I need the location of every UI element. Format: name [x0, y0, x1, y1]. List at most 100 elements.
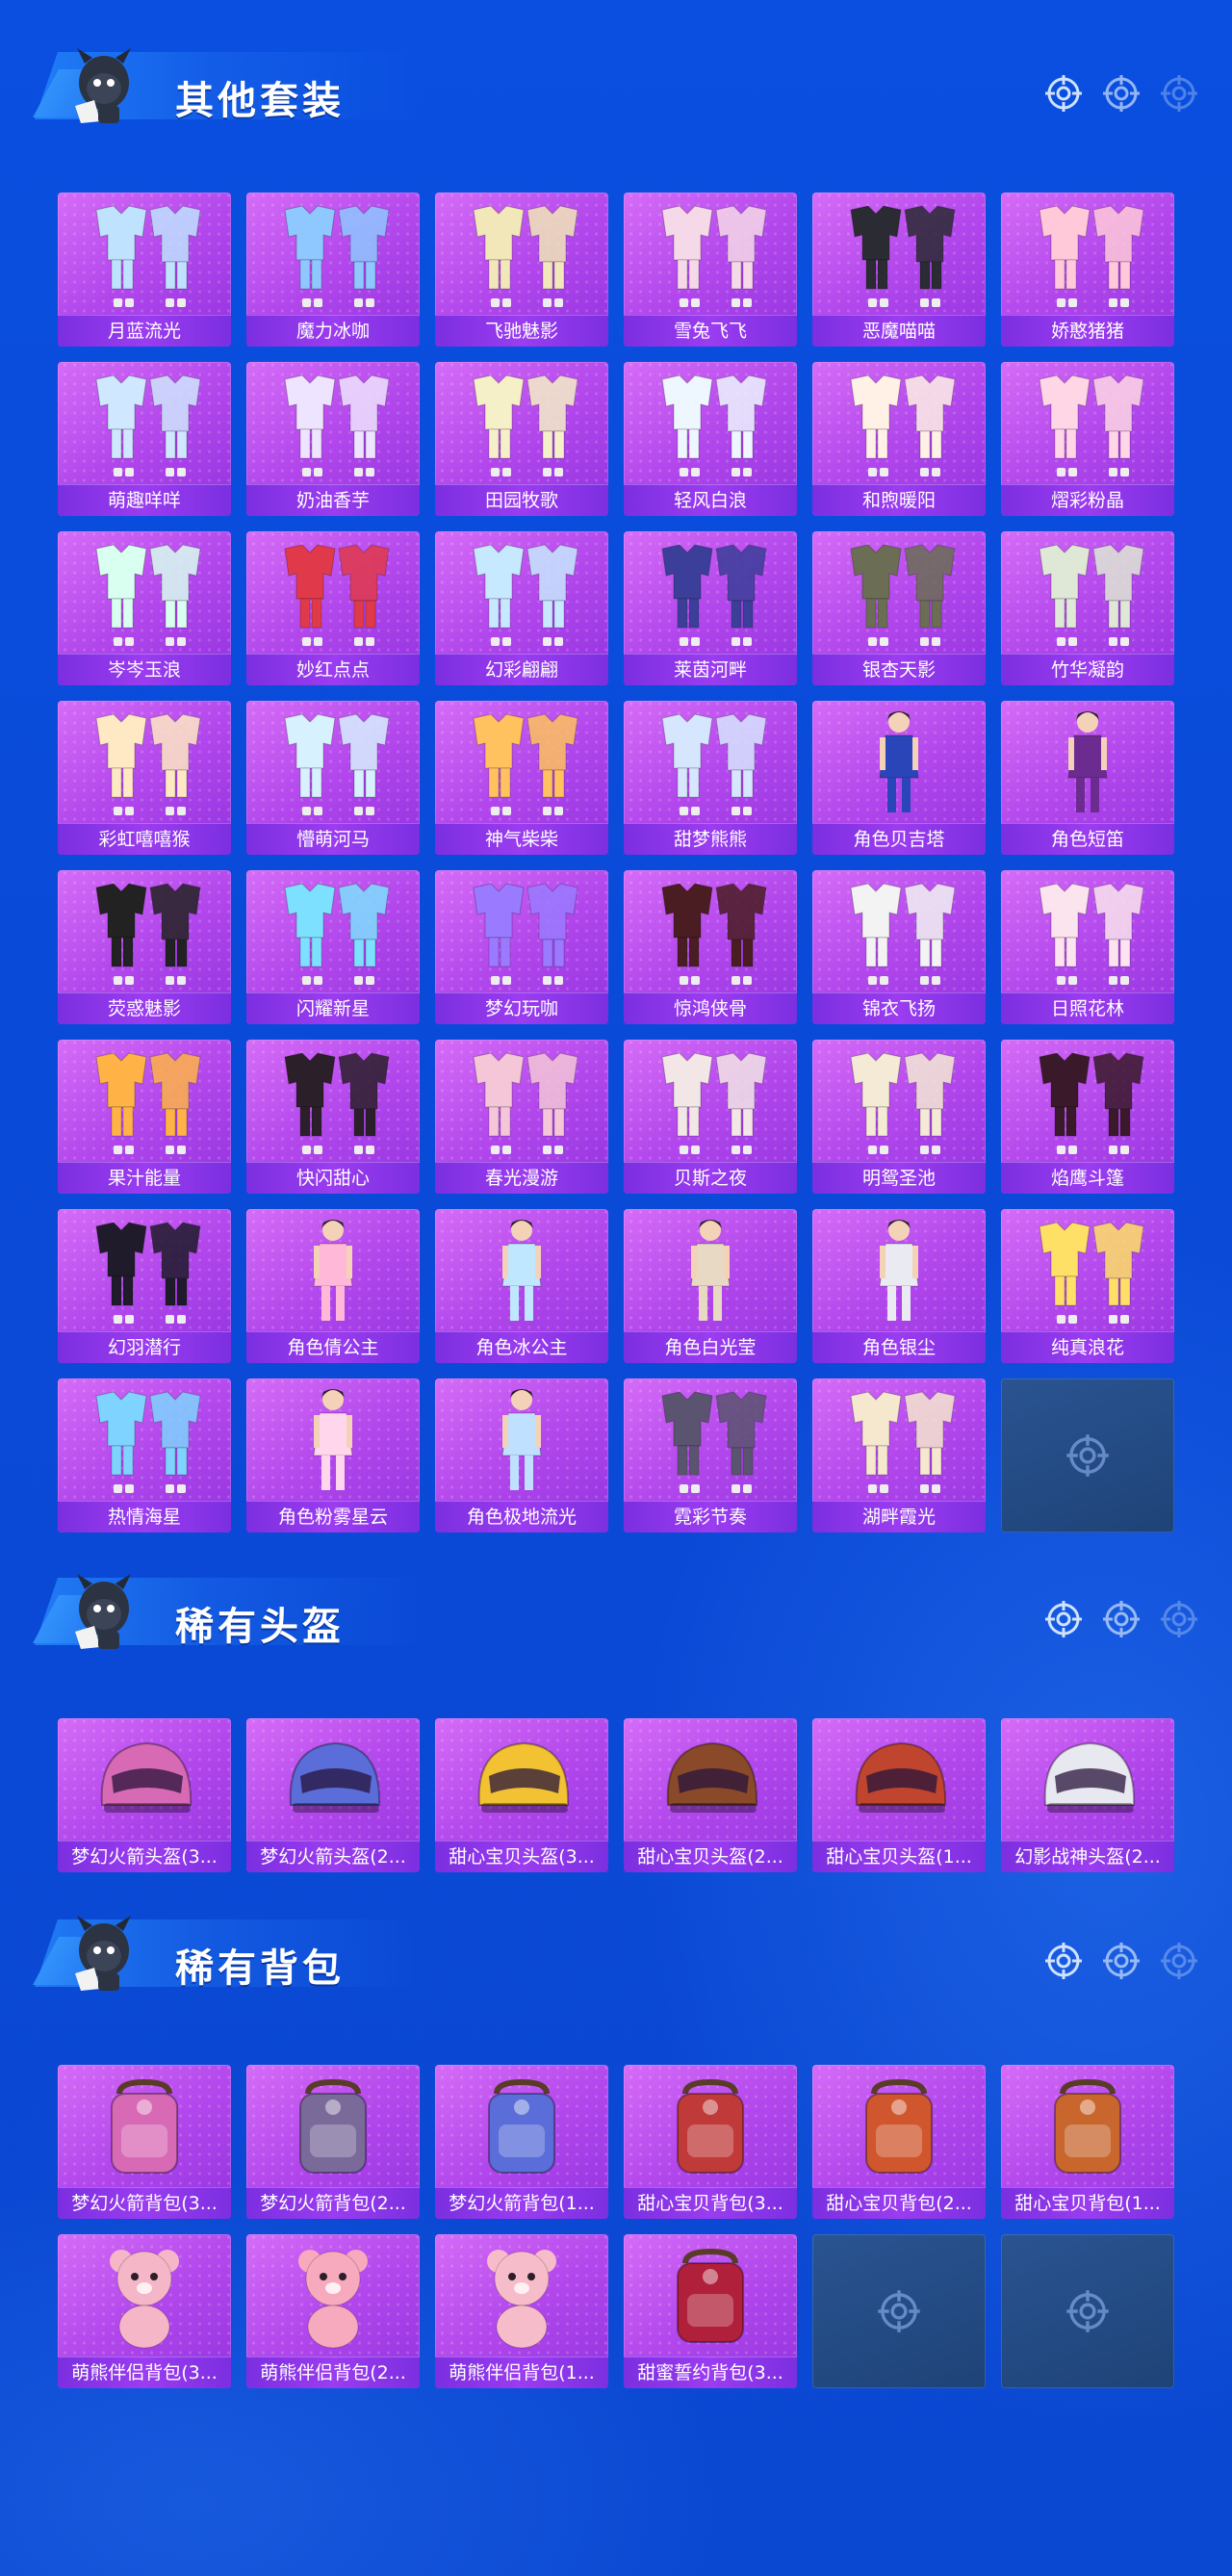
item-card[interactable]: 角色银尘 [812, 1209, 986, 1363]
item-card[interactable]: 角色短笛 [1001, 701, 1174, 855]
item-image [501, 1220, 542, 1321]
item-image [850, 1391, 956, 1493]
item-label: 角色银尘 [812, 1331, 986, 1363]
item-label: 和煦暖阳 [812, 484, 986, 516]
item-card[interactable]: 梦幻火箭头盔(2... [246, 1718, 420, 1872]
item-image [313, 1389, 353, 1490]
item-card[interactable]: 纯真浪花 [1001, 1209, 1174, 1363]
item-card[interactable]: 明鸳圣池 [812, 1040, 986, 1194]
item-card[interactable]: 幻彩翩翩 [435, 531, 608, 685]
section-header: 稀有头盔 [0, 1545, 1232, 1651]
item-label: 快闪甜心 [246, 1162, 420, 1194]
item-card[interactable]: 角色白光莹 [624, 1209, 797, 1363]
item-card[interactable]: 甜心宝贝背包(3... [624, 2065, 797, 2219]
item-card[interactable]: 甜心宝贝头盔(1... [812, 1718, 986, 1872]
item-label: 雪兔飞飞 [624, 315, 797, 347]
item-card[interactable]: 轻风白浪 [624, 362, 797, 516]
item-card[interactable]: 魔力冰咖 [246, 193, 420, 347]
item-card[interactable]: 惊鸿侠骨 [624, 870, 797, 1024]
item-card[interactable]: 梦幻火箭背包(1... [435, 2065, 608, 2219]
item-card[interactable]: 甜心宝贝头盔(3... [435, 1718, 608, 1872]
helmet-grid: 梦幻火箭头盔(3... 梦幻火箭头盔(2... 甜心宝贝头盔(3... 甜心宝贝… [58, 1718, 1174, 1872]
item-card[interactable]: 闪耀新星 [246, 870, 420, 1024]
item-image [1067, 711, 1108, 812]
item-card[interactable]: 快闪甜心 [246, 1040, 420, 1194]
item-image [661, 883, 767, 985]
item-card[interactable]: 萌趣咩咩 [58, 362, 231, 516]
item-card[interactable]: 梦幻火箭背包(2... [246, 2065, 420, 2219]
item-card[interactable]: 梦幻玩咖 [435, 870, 608, 1024]
item-card[interactable]: 飞驰魅影 [435, 193, 608, 347]
item-card[interactable]: 梦幻火箭头盔(3... [58, 1718, 231, 1872]
item-card[interactable]: 彩虹嘻嘻猴 [58, 701, 231, 855]
item-card[interactable]: 萌熊伴侣背包(3... [58, 2234, 231, 2388]
item-label: 莱茵河畔 [624, 654, 797, 685]
item-card[interactable]: 竹华凝韵 [1001, 531, 1174, 685]
item-card[interactable]: 日照花林 [1001, 870, 1174, 1024]
item-card[interactable]: 梦幻火箭背包(3... [58, 2065, 231, 2219]
outfit-grid: 月蓝流光 魔力冰咖 飞驰魅影 雪兔飞飞 恶魔喵喵 娇憨猪猪 萌趣咩咩 奶油香芋 … [58, 193, 1174, 1533]
item-label: 甜心宝贝背包(3... [624, 2187, 797, 2219]
item-card[interactable]: 神气柴柴 [435, 701, 608, 855]
item-image [95, 544, 201, 646]
item-card[interactable]: 田园牧歌 [435, 362, 608, 516]
item-card[interactable]: 角色冰公主 [435, 1209, 608, 1363]
section-header: 稀有背包 [0, 1887, 1232, 1993]
item-label: 荧惑魅影 [58, 992, 231, 1024]
crosshair-icon [1066, 1434, 1109, 1477]
item-label: 懵萌河马 [246, 823, 420, 855]
item-card[interactable]: 娇憨猪猪 [1001, 193, 1174, 347]
item-image [298, 2250, 368, 2349]
item-card[interactable]: 霓彩节奏 [624, 1378, 797, 1533]
item-card[interactable]: 萌熊伴侣背包(2... [246, 2234, 420, 2388]
item-image [1054, 2078, 1121, 2174]
item-image [111, 2078, 178, 2174]
item-label: 甜心宝贝头盔(2... [624, 1841, 797, 1872]
crosshair-icon [1066, 2290, 1109, 2332]
item-card[interactable]: 角色极地流光 [435, 1378, 608, 1533]
item-card[interactable]: 懵萌河马 [246, 701, 420, 855]
item-image [1039, 1222, 1144, 1324]
item-image [95, 1391, 201, 1493]
item-card[interactable]: 甜心宝贝头盔(2... [624, 1718, 797, 1872]
item-label: 轻风白浪 [624, 484, 797, 516]
item-image [850, 374, 956, 477]
item-card[interactable]: 角色贝吉塔 [812, 701, 986, 855]
item-card[interactable]: 妙红点点 [246, 531, 420, 685]
item-card[interactable]: 熠彩粉晶 [1001, 362, 1174, 516]
item-label: 锦衣飞扬 [812, 992, 986, 1024]
item-card[interactable]: 甜梦熊熊 [624, 701, 797, 855]
item-card[interactable]: 甜心宝贝背包(1... [1001, 2065, 1174, 2219]
item-card[interactable]: 果汁能量 [58, 1040, 231, 1194]
item-label: 甜蜜誓约背包(3... [624, 2357, 797, 2388]
item-card[interactable]: 奶油香芋 [246, 362, 420, 516]
item-label: 梦幻火箭头盔(3... [58, 1841, 231, 1872]
item-card[interactable]: 月蓝流光 [58, 193, 231, 347]
item-card[interactable]: 焰鹰斗篷 [1001, 1040, 1174, 1194]
item-card[interactable]: 角色粉雾星云 [246, 1378, 420, 1533]
item-label: 贝斯之夜 [624, 1162, 797, 1194]
item-image [1039, 544, 1144, 646]
item-card[interactable]: 雪兔飞飞 [624, 193, 797, 347]
item-card[interactable]: 岑岑玉浪 [58, 531, 231, 685]
item-card[interactable]: 荧惑魅影 [58, 870, 231, 1024]
item-image [879, 1220, 919, 1321]
item-card[interactable]: 和煦暖阳 [812, 362, 986, 516]
item-card[interactable]: 莱茵河畔 [624, 531, 797, 685]
item-card[interactable]: 贝斯之夜 [624, 1040, 797, 1194]
crosshair-icon [1161, 1943, 1197, 1979]
item-card[interactable]: 甜蜜誓约背包(3... [624, 2234, 797, 2388]
item-card[interactable]: 锦衣飞扬 [812, 870, 986, 1024]
item-card[interactable]: 热情海星 [58, 1378, 231, 1533]
item-card[interactable]: 萌熊伴侣背包(1... [435, 2234, 608, 2388]
item-card[interactable]: 幻羽潜行 [58, 1209, 231, 1363]
item-card[interactable]: 幻影战神头盔(2... [1001, 1718, 1174, 1872]
header-decoration [1043, 73, 1199, 114]
item-card[interactable]: 角色倩公主 [246, 1209, 420, 1363]
item-card[interactable]: 湖畔霞光 [812, 1378, 986, 1533]
section-title: 稀有头盔 [175, 1605, 345, 1649]
item-card[interactable]: 银杏天影 [812, 531, 986, 685]
item-card[interactable]: 春光漫游 [435, 1040, 608, 1194]
item-card[interactable]: 甜心宝贝背包(2... [812, 2065, 986, 2219]
item-card[interactable]: 恶魔喵喵 [812, 193, 986, 347]
